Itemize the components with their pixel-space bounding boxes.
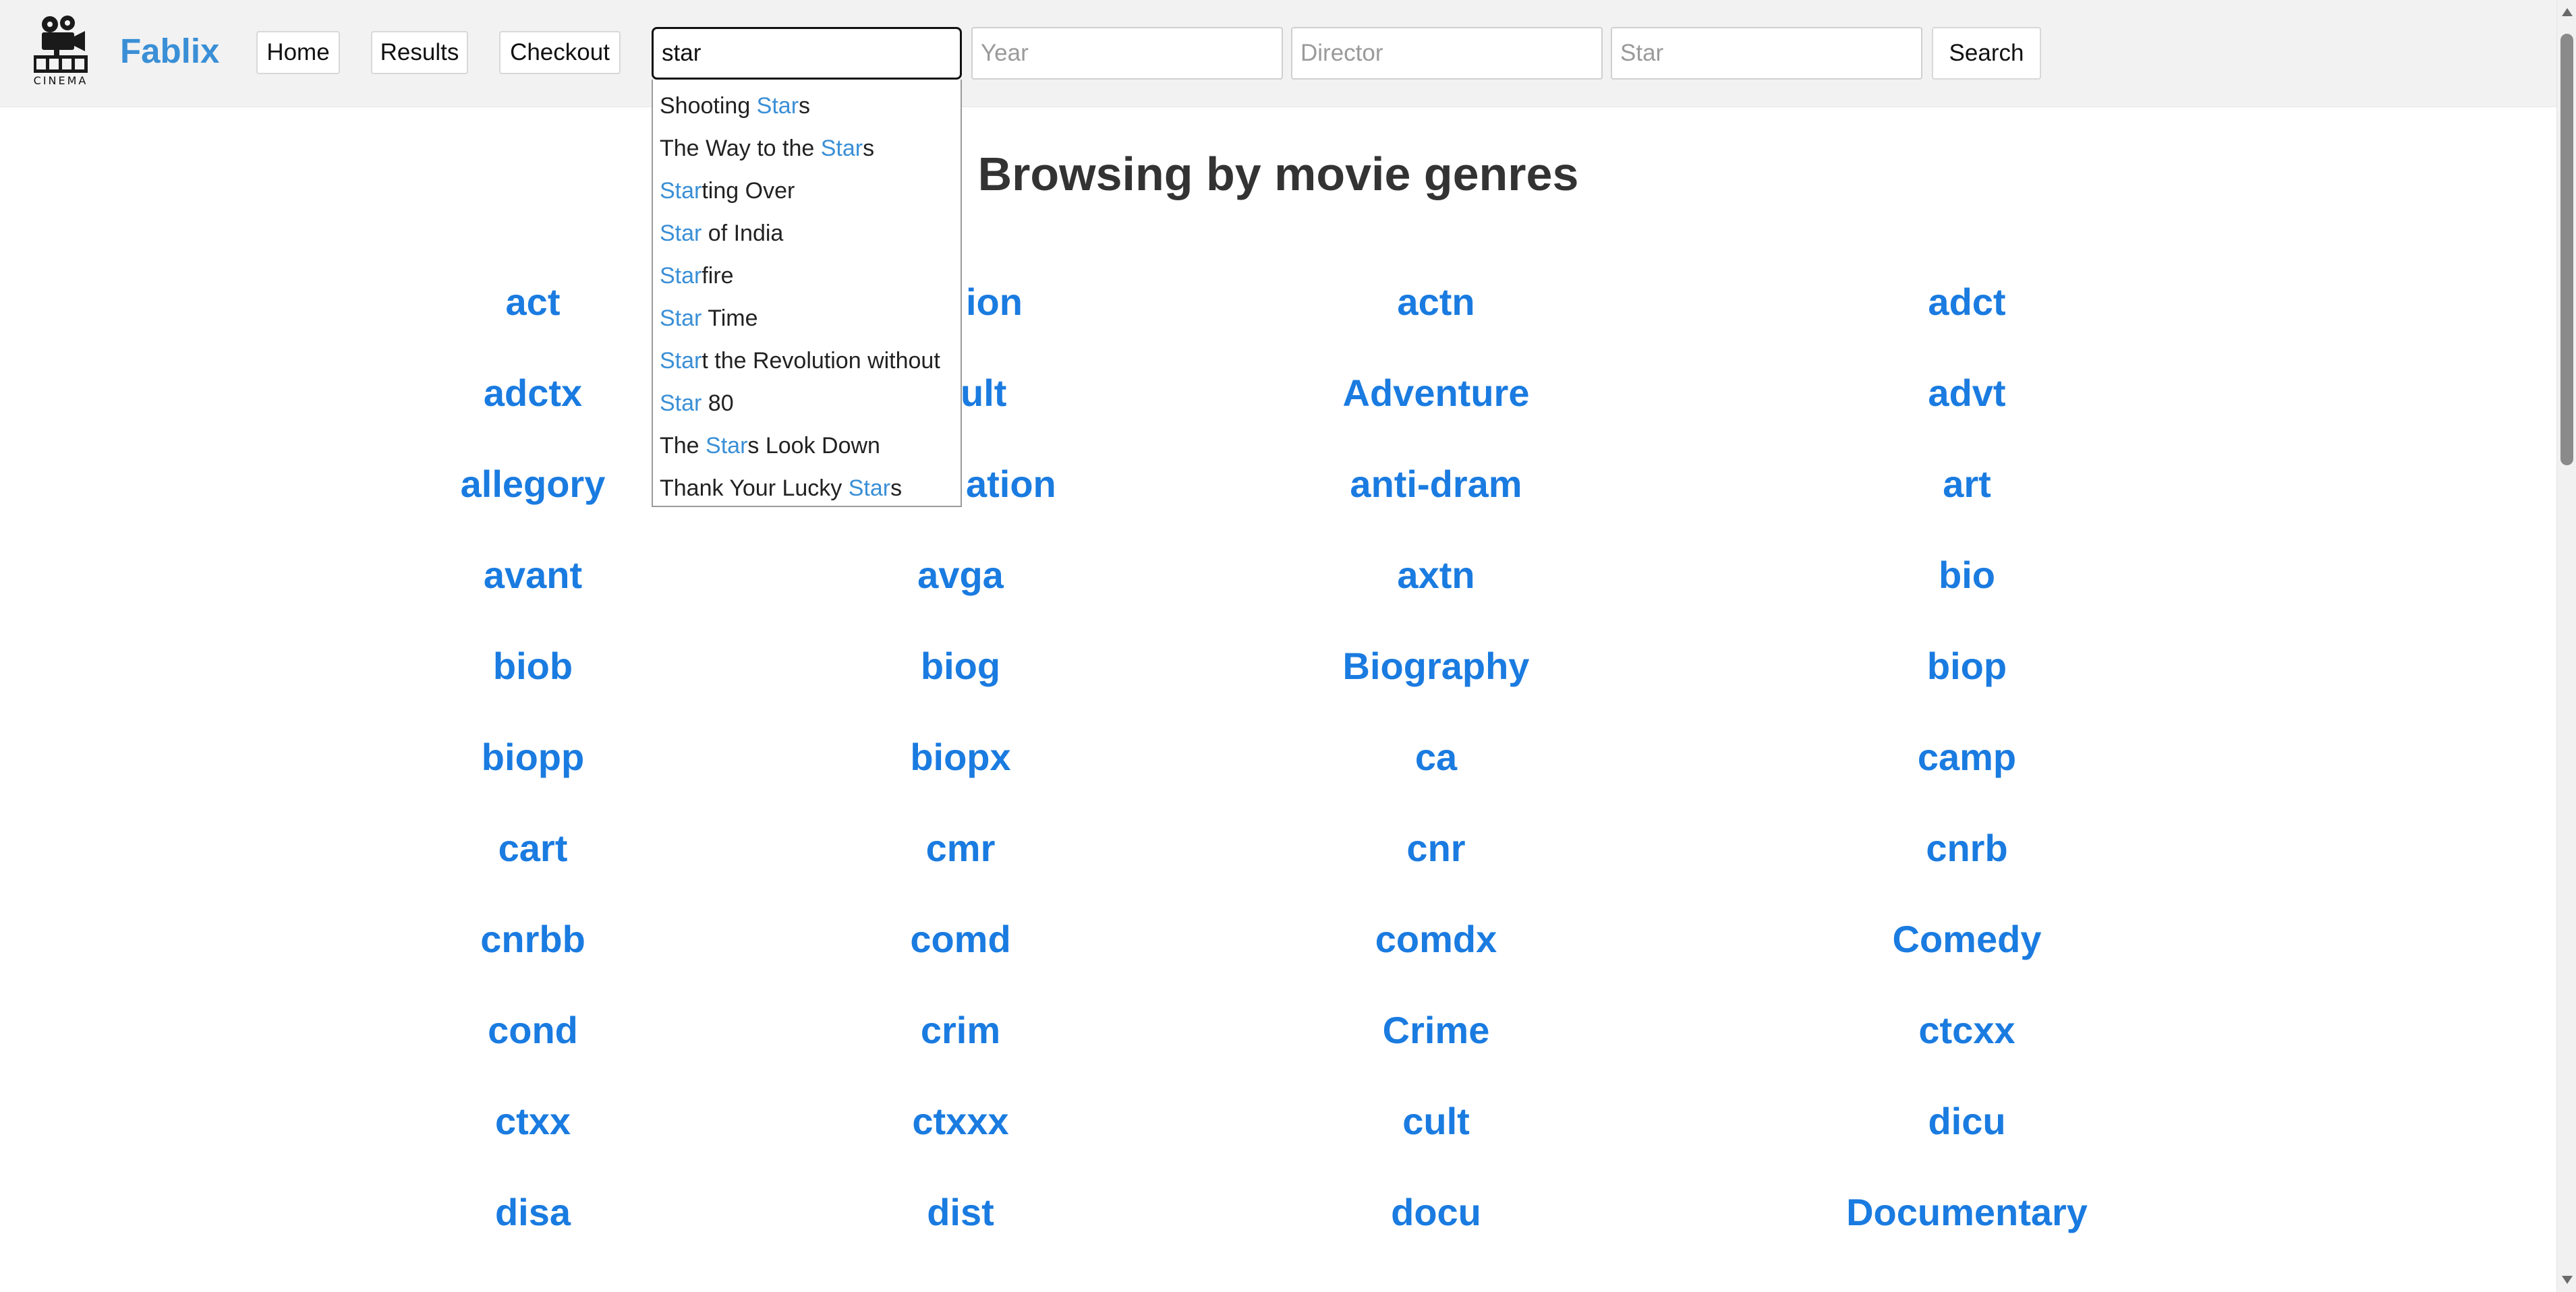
autocomplete-item[interactable]: The Way to the Stars	[660, 127, 874, 169]
genre-link[interactable]: biopx	[724, 734, 1197, 781]
genre-link[interactable]: biog	[724, 643, 1197, 690]
autocomplete-item-suffix: Time	[702, 305, 758, 331]
scroll-down-arrow-icon[interactable]	[2562, 1276, 2573, 1284]
autocomplete-item[interactable]: Thank Your Lucky Stars	[660, 467, 902, 509]
autocomplete-item-match: Star	[660, 305, 702, 331]
genre-link[interactable]: ctxxx	[724, 1098, 1197, 1145]
vertical-scrollbar[interactable]	[2556, 0, 2576, 1292]
autocomplete-item-match: Star	[820, 136, 863, 161]
autocomplete-item[interactable]: Shooting Stars	[660, 85, 810, 127]
autocomplete-item-suffix: of India	[702, 221, 784, 246]
genre-link[interactable]: biop	[1731, 643, 2203, 690]
genre-link[interactable]: Documentary	[1731, 1189, 2203, 1236]
genre-link[interactable]: ctcxx	[1731, 1007, 2203, 1054]
genre-link[interactable]: disa	[297, 1189, 769, 1236]
genre-link[interactable]: dist	[724, 1189, 1197, 1236]
genre-link[interactable]: axtn	[1200, 552, 1672, 599]
autocomplete-item-prefix: The	[660, 433, 706, 459]
home-button[interactable]: Home	[256, 31, 340, 74]
genre-link[interactable]: camp	[1731, 734, 2203, 781]
genre-link[interactable]: Comedy	[1731, 916, 2203, 963]
genre-link[interactable]: Biography	[1200, 643, 1672, 690]
genre-link[interactable]: dicu	[1731, 1098, 2203, 1145]
genre-link[interactable]: art	[1731, 461, 2203, 508]
results-button[interactable]: Results	[371, 31, 468, 74]
autocomplete-item[interactable]: Starting Over	[660, 170, 795, 212]
autocomplete-item-match: Star	[660, 178, 702, 204]
genre-link[interactable]: ctxx	[297, 1098, 769, 1145]
autocomplete-item-match: Star	[848, 475, 891, 501]
autocomplete-item-suffix: t the Revolution without	[702, 348, 940, 374]
search-button[interactable]: Search	[1932, 27, 2041, 80]
autocomplete-item-suffix: s	[863, 136, 875, 161]
title-search-input[interactable]	[652, 27, 962, 80]
genre-link[interactable]: anti-dram	[1200, 461, 1672, 508]
scroll-up-arrow-icon[interactable]	[2562, 8, 2573, 16]
page-title: Browsing by movie genres	[977, 148, 1579, 200]
genre-link[interactable]: docu	[1200, 1189, 1672, 1236]
autocomplete-item-match: Star	[660, 390, 702, 416]
autocomplete-item-match: Star	[660, 221, 702, 246]
genre-link[interactable]: cnrbb	[297, 916, 769, 963]
genre-link[interactable]: cnr	[1200, 825, 1672, 872]
navbar: CINEMA Fablix Home Results Checkout Sear…	[0, 0, 2556, 107]
brand-link[interactable]: Fablix	[120, 31, 219, 71]
autocomplete-item[interactable]: Star Time	[660, 297, 757, 339]
year-input[interactable]	[971, 27, 1283, 80]
autocomplete-item[interactable]: Start the Revolution without	[660, 340, 940, 382]
genre-link[interactable]: bio	[1731, 552, 2203, 599]
genre-link[interactable]: advt	[1731, 370, 2203, 417]
autocomplete-item[interactable]: Star of India	[660, 212, 783, 254]
genre-link[interactable]: comdx	[1200, 916, 1672, 963]
scroll-thumb[interactable]	[2560, 34, 2573, 465]
autocomplete-item-prefix: Thank Your Lucky	[660, 475, 849, 501]
autocomplete-item-suffix: 80	[702, 390, 734, 416]
genre-link-partial[interactable]: ion	[966, 278, 1023, 326]
genre-link[interactable]: avga	[724, 552, 1197, 599]
autocomplete-item[interactable]: Starfire	[660, 255, 734, 297]
logo-text: CINEMA	[33, 74, 88, 87]
genre-link[interactable]: cond	[297, 1007, 769, 1054]
movie-camera-icon	[34, 16, 88, 73]
director-input[interactable]	[1291, 27, 1603, 80]
star-input[interactable]	[1611, 27, 1922, 80]
genre-link[interactable]: biob	[297, 643, 769, 690]
autocomplete-item-suffix: s Look Down	[747, 433, 880, 459]
autocomplete-item-prefix: Shooting	[660, 93, 757, 119]
genre-link[interactable]: cmr	[724, 825, 1197, 872]
genre-link-partial[interactable]: ation	[966, 461, 1056, 508]
genre-link[interactable]: cult	[1200, 1098, 1672, 1145]
autocomplete-item-suffix: s	[890, 475, 903, 501]
genre-link[interactable]: actn	[1200, 278, 1672, 326]
checkout-button[interactable]: Checkout	[499, 31, 621, 74]
autocomplete-item-prefix: The Way to the	[660, 136, 821, 161]
autocomplete-item-match: Star	[756, 93, 799, 119]
genre-link[interactable]: ca	[1200, 734, 1672, 781]
genre-link[interactable]: biopp	[297, 734, 769, 781]
autocomplete-item-match: Star	[660, 348, 702, 374]
genre-link[interactable]: cnrb	[1731, 825, 2203, 872]
autocomplete-dropdown: Shooting Stars The Way to the Stars Starti…	[652, 80, 962, 507]
autocomplete-item-match: Star	[706, 433, 748, 459]
autocomplete-item-suffix: fire	[702, 263, 734, 289]
genre-link[interactable]: adct	[1731, 278, 2203, 326]
autocomplete-item-suffix: ting Over	[702, 178, 795, 204]
cinema-logo[interactable]: CINEMA	[30, 15, 92, 89]
genre-link[interactable]: Adventure	[1200, 370, 1672, 417]
genre-link[interactable]: cart	[297, 825, 769, 872]
autocomplete-item-match: Star	[660, 263, 702, 289]
autocomplete-item[interactable]: The Stars Look Down	[660, 425, 880, 467]
genre-link[interactable]: Crime	[1200, 1007, 1672, 1054]
genre-link[interactable]: crim	[724, 1007, 1197, 1054]
genre-link[interactable]: avant	[297, 552, 769, 599]
genre-link[interactable]: comd	[724, 916, 1197, 963]
autocomplete-item-suffix: s	[799, 93, 811, 119]
genre-link-partial[interactable]: ult	[961, 370, 1006, 417]
autocomplete-item[interactable]: Star 80	[660, 382, 734, 424]
